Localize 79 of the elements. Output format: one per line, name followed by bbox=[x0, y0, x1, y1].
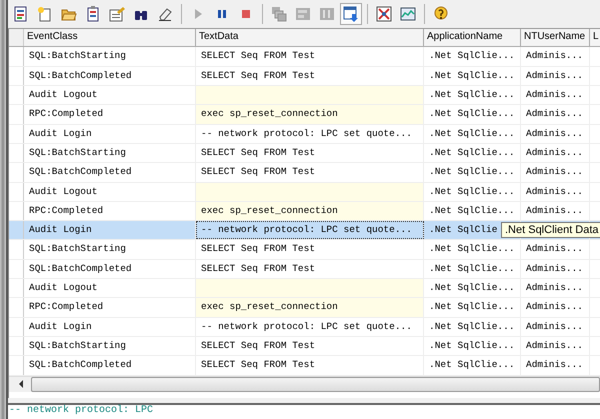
table-cell: exec sp_reset_connection bbox=[196, 105, 424, 124]
table-row[interactable]: RPC:Completed exec sp_reset_connection .Net SqlClie... Adminis... bbox=[9, 202, 600, 222]
table-cell: Adminis... bbox=[521, 182, 590, 201]
table-cell: .Net SqlClie... bbox=[424, 298, 521, 317]
table-row[interactable]: SQL:BatchStarting SELECT Seq FROM Test .Net SqlClie... Adminis... bbox=[9, 240, 600, 260]
table-cell: .Net SqlClie... bbox=[424, 124, 521, 143]
column-header[interactable]: EventClass bbox=[24, 29, 196, 46]
column-header[interactable]: TextData bbox=[196, 29, 424, 46]
table-cell: Adminis... bbox=[521, 66, 590, 85]
table-cell: .Net SqlClie... bbox=[424, 202, 521, 220]
table-cell: -- network protocol: LPC set quote... bbox=[196, 124, 424, 143]
horizontal-scrollbar[interactable] bbox=[9, 376, 600, 392]
detail-text: -- network protocol: LPC bbox=[8, 405, 600, 419]
table-cell: .Net SqlClie... bbox=[424, 356, 521, 375]
table-cell: Adminis... bbox=[521, 240, 590, 259]
table-cell: .Net SqlClie... bbox=[424, 240, 521, 259]
table-cell: Adminis... bbox=[521, 124, 590, 143]
table-cell: .Net SqlClie... bbox=[424, 260, 521, 278]
table-cell: SQL:BatchCompleted bbox=[24, 260, 196, 278]
table-cell: SELECT Seq FROM Test bbox=[196, 163, 424, 182]
table-cell: SQL:BatchStarting bbox=[24, 240, 196, 259]
table-cell: Adminis... bbox=[521, 202, 590, 220]
table-cell: SQL:BatchCompleted bbox=[24, 66, 196, 85]
table-cell: Adminis... bbox=[521, 356, 590, 375]
table-cell: .Net SqlClie... bbox=[424, 337, 521, 356]
table-cell: SQL:BatchCompleted bbox=[24, 356, 196, 375]
table-cell: SELECT Seq FROM Test bbox=[196, 66, 424, 85]
table-cell: .Net SqlClie... bbox=[424, 182, 521, 201]
table-cell: .Net SqlClie... bbox=[424, 66, 521, 85]
table-cell: SELECT Seq FROM Test bbox=[196, 240, 424, 259]
table-cell: Adminis... bbox=[521, 260, 590, 278]
table-cell: Adminis... bbox=[521, 47, 590, 66]
table-cell: .Net SqlClie... bbox=[424, 318, 521, 336]
table-row[interactable]: RPC:Completed exec sp_reset_connection .Net SqlClie... Adminis... bbox=[9, 105, 600, 125]
table-cell: SQL:BatchCompleted bbox=[24, 163, 196, 182]
table-cell: SQL:BatchStarting bbox=[24, 47, 196, 66]
table-row[interactable]: SQL:BatchStarting SELECT Seq FROM Test .Net SqlClie... Adminis... bbox=[9, 337, 600, 356]
table-cell: exec sp_reset_connection bbox=[196, 298, 424, 317]
table-row[interactable]: Audit Logout .Net SqlClie... Adminis... bbox=[9, 86, 600, 106]
column-header[interactable]: ApplicationName bbox=[424, 29, 521, 46]
table-cell: SELECT Seq FROM Test bbox=[196, 260, 424, 278]
table-cell: SELECT Seq FROM Test bbox=[196, 144, 424, 162]
table-row[interactable]: Audit Login -- network protocol: LPC set quote... .Net SqlClie... Adminis... bbox=[9, 318, 600, 338]
selected-row[interactable]: Audit Login -- network protocol: LPC set quote... .Net SqlClie .Net SqlClient Data bbox=[9, 221, 600, 240]
table-row[interactable]: SQL:BatchStarting SELECT Seq FROM Test .Net SqlClie... Adminis... bbox=[9, 144, 600, 164]
table-cell: Adminis... bbox=[521, 337, 590, 356]
table-cell: SQL:BatchStarting bbox=[24, 337, 196, 356]
table-cell: Audit Login bbox=[24, 318, 196, 336]
table-cell: Adminis... bbox=[521, 86, 590, 104]
table-cell: exec sp_reset_connection bbox=[196, 202, 424, 220]
table-cell: Adminis... bbox=[521, 298, 590, 317]
table-cell: -- network protocol: LPC set quote... bbox=[196, 318, 424, 336]
table-cell: SQL:BatchStarting bbox=[24, 144, 196, 162]
left-arrow-icon[interactable] bbox=[17, 380, 25, 388]
table-cell: .Net SqlClie... bbox=[424, 144, 521, 162]
table-cell: .Net SqlClie... bbox=[424, 86, 521, 104]
table-row[interactable]: Audit Logout .Net SqlClie... Adminis... bbox=[9, 279, 600, 298]
table-row[interactable]: Audit Login -- network protocol: LPC set quote... .Net SqlClie... Adminis... bbox=[9, 124, 600, 144]
tooltip: .Net SqlClient Data bbox=[501, 222, 600, 238]
table-cell: Adminis... bbox=[521, 144, 590, 162]
column-header[interactable]: L bbox=[590, 29, 600, 46]
table-cell: Adminis... bbox=[521, 163, 590, 182]
table-cell: .Net SqlClie... bbox=[424, 105, 521, 124]
table-cell: SELECT Seq FROM Test bbox=[196, 47, 424, 66]
table-cell: -- network protocol: LPC set quote... bbox=[196, 221, 424, 240]
table-cell: Audit Login bbox=[24, 124, 196, 143]
table-cell: Adminis... bbox=[521, 105, 590, 124]
table-row[interactable]: SQL:BatchStarting SELECT Seq FROM Test .Net SqlClie... Adminis... bbox=[9, 47, 600, 67]
table-cell: .Net SqlClie... bbox=[424, 163, 521, 182]
table-cell: .Net SqlClie... bbox=[424, 279, 521, 298]
table-row[interactable]: RPC:Completed exec sp_reset_connection .Net SqlClie... Adminis... bbox=[9, 298, 600, 318]
table-cell: SELECT Seq FROM Test bbox=[196, 356, 424, 375]
table-row[interactable]: Audit Logout .Net SqlClie... Adminis... bbox=[9, 182, 600, 202]
table-cell: Adminis... bbox=[521, 318, 590, 336]
column-header[interactable]: NTUserName bbox=[521, 29, 590, 46]
table-cell: Adminis... bbox=[521, 279, 590, 298]
table-cell: .Net SqlClie... bbox=[424, 47, 521, 66]
table-cell: SELECT Seq FROM Test bbox=[196, 337, 424, 356]
table-cell: Audit Login bbox=[24, 221, 196, 240]
